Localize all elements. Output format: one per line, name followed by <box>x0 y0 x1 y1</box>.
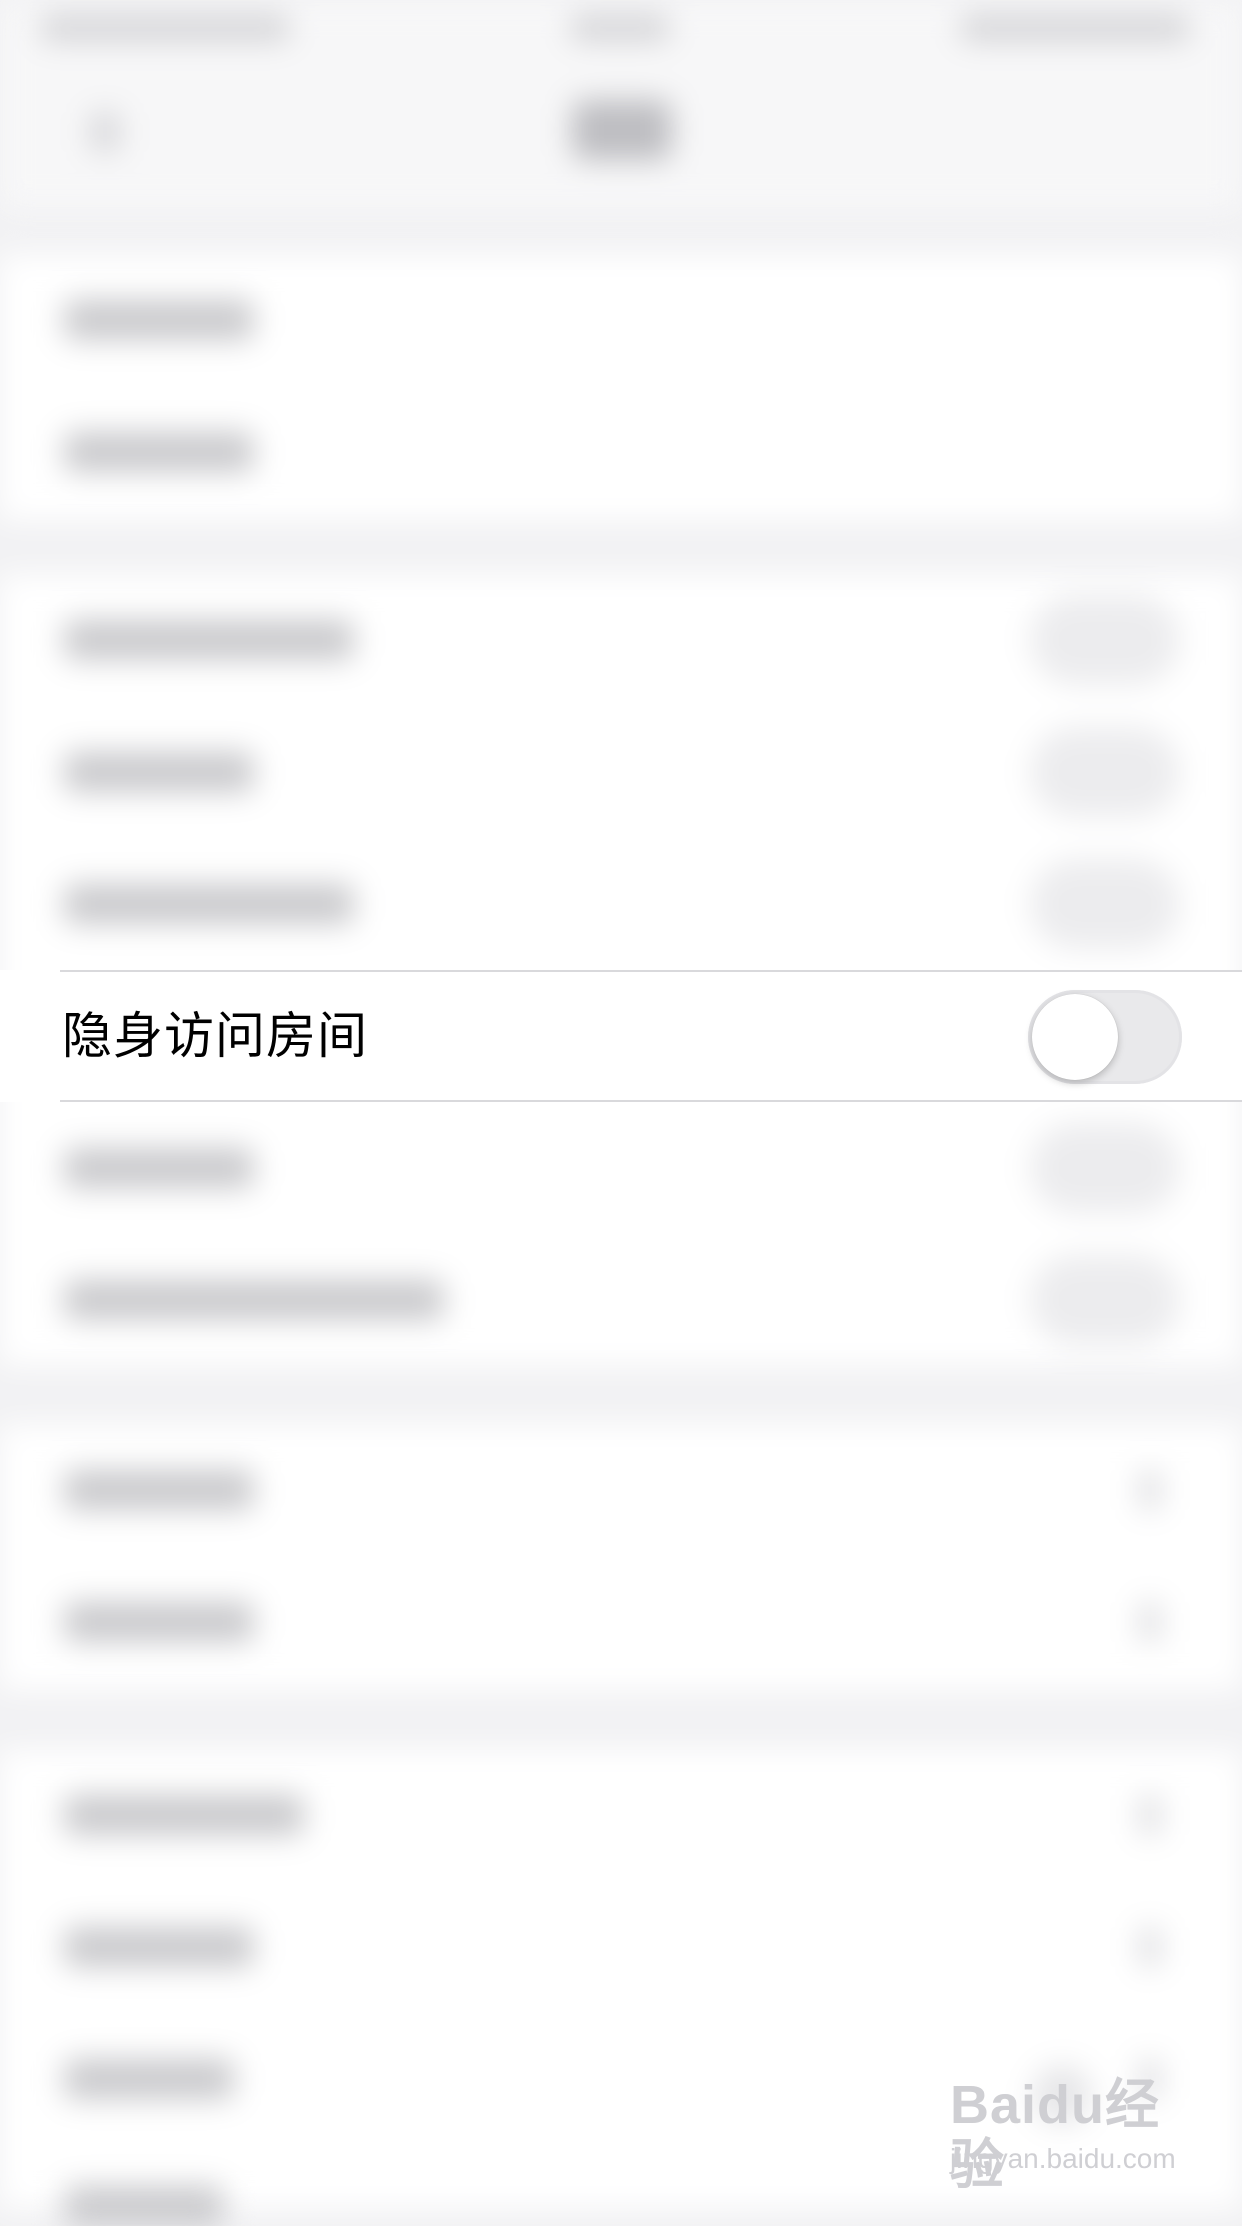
settings-row[interactable] <box>0 575 1242 707</box>
row-label-placeholder <box>64 1280 444 1320</box>
row-label-placeholder <box>64 1927 254 1967</box>
row-label-placeholder <box>64 300 254 340</box>
chevron-right-icon <box>1140 1470 1160 1510</box>
row-label-placeholder <box>64 884 354 924</box>
status-bar <box>0 0 1242 60</box>
settings-group-1 <box>0 255 1242 520</box>
row-label-placeholder <box>64 752 254 792</box>
status-center-placeholder <box>570 15 670 41</box>
settings-row[interactable] <box>0 1750 1242 1882</box>
row-divider <box>60 970 1242 972</box>
incognito-visit-toggle[interactable] <box>1028 990 1182 1084</box>
row-label-placeholder <box>64 2186 224 2226</box>
settings-row[interactable] <box>0 1557 1242 1689</box>
toggle-switch[interactable] <box>1030 859 1180 949</box>
settings-row-incognito-room-visit[interactable]: 隐身访问房间 <box>0 970 1242 1102</box>
baidu-watermark: Baidu经验 jingyan.baidu.com <box>950 2075 1210 2195</box>
settings-row[interactable] <box>0 1103 1242 1235</box>
row-label-placeholder <box>64 1795 304 1835</box>
settings-row[interactable] <box>0 1882 1242 2014</box>
settings-row[interactable] <box>0 1425 1242 1557</box>
status-left-placeholder <box>40 15 290 41</box>
row-label-placeholder <box>64 1602 254 1642</box>
settings-row[interactable] <box>0 839 1242 971</box>
settings-row[interactable] <box>0 255 1242 387</box>
row-label: 隐身访问房间 <box>62 1007 368 1065</box>
settings-row[interactable] <box>0 707 1242 839</box>
chevron-right-icon <box>1140 1795 1160 1835</box>
toggle-switch[interactable] <box>1030 1123 1180 1213</box>
row-divider <box>60 1100 1242 1102</box>
navigation-bar <box>0 60 1242 210</box>
toggle-switch[interactable] <box>1030 1255 1180 1345</box>
row-label-placeholder <box>64 620 354 660</box>
settings-row[interactable] <box>0 387 1242 519</box>
row-label-placeholder <box>64 2059 234 2099</box>
toggle-switch[interactable] <box>1030 595 1180 685</box>
row-label-placeholder <box>64 1470 254 1510</box>
row-label-placeholder <box>64 432 254 472</box>
status-right-placeholder <box>960 15 1190 41</box>
page-title-placeholder <box>572 100 672 160</box>
watermark-brand: Baidu经验 <box>950 2075 1161 2195</box>
back-chevron-icon[interactable] <box>90 112 120 152</box>
watermark-domain: jingyan.baidu.com <box>950 2143 1176 2174</box>
settings-row[interactable] <box>0 1235 1242 1365</box>
blurred-background <box>0 0 1242 2226</box>
chevron-right-icon <box>1140 1602 1160 1642</box>
chevron-right-icon <box>1140 1927 1160 1967</box>
toggle-switch[interactable] <box>1030 727 1180 817</box>
settings-group-3 <box>0 1425 1242 1690</box>
toggle-knob[interactable] <box>1032 994 1118 1080</box>
row-label-placeholder <box>64 1148 254 1188</box>
